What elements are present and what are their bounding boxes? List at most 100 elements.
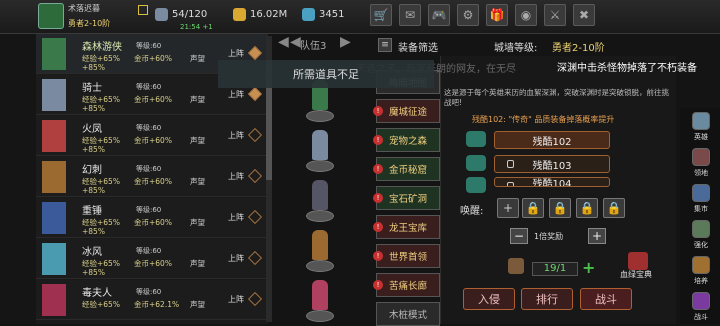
hero-deploy-label[interactable]: 上阵: [228, 130, 244, 141]
sidebar-button[interactable]: 领地: [688, 148, 714, 180]
sidebar-button[interactable]: 培养: [688, 256, 714, 288]
sidebar-button[interactable]: 战斗: [688, 292, 714, 324]
energy-timer: 21:54 +1: [180, 23, 213, 31]
slot-hero-figure: [312, 180, 328, 210]
hero-row[interactable]: 毒夫人 等级:60 经验+65% 金币+62.1% 声望 上阵: [36, 280, 268, 320]
dungeon-button[interactable]: ! 龙王宝库: [373, 215, 440, 239]
sidebar-button[interactable]: 英雄: [688, 112, 714, 144]
dungeon-button[interactable]: ! 金币秘窟: [373, 157, 440, 181]
dungeon-button[interactable]: ! 宠物之森: [373, 128, 440, 152]
hero-fame-bonus: +85%: [82, 227, 105, 236]
hero-name: 重锤: [82, 206, 102, 217]
gem-value: 3451: [319, 9, 345, 20]
hero-deploy-toggle-icon[interactable]: [247, 291, 263, 307]
team-slot[interactable]: [300, 276, 340, 322]
hero-deploy-toggle-icon[interactable]: [247, 209, 263, 225]
slot-pedestal: [306, 160, 334, 172]
hero-deploy-label[interactable]: 上阵: [228, 294, 244, 305]
wall-rank-value: 勇者2-10阶: [552, 43, 605, 54]
hero-row[interactable]: 幻刺 等级:60 经验+65% 金币+60% 声望 +85% 上阵: [36, 157, 268, 197]
edit-icon[interactable]: [138, 5, 148, 15]
slot-hero-figure: [312, 130, 328, 160]
equipment-filter-label[interactable]: 装备筛选: [398, 39, 438, 54]
level-bonus-title: 残酷102: "传奇" 品质装备掉落概率提升: [472, 115, 615, 124]
alert-icon: !: [373, 222, 383, 232]
hero-deploy-toggle-icon[interactable]: [247, 250, 263, 266]
filter-menu-icon[interactable]: ≡: [378, 38, 392, 52]
team-slot[interactable]: [300, 226, 340, 272]
ranking-button[interactable]: 排行: [521, 288, 573, 310]
alert-icon: !: [373, 106, 383, 116]
hero-deploy-toggle-icon[interactable]: [247, 127, 263, 143]
hero-name: 毒夫人: [82, 288, 112, 299]
dungeon-button[interactable]: 木桩模式: [376, 302, 440, 326]
team-slot[interactable]: [300, 176, 340, 222]
level-button[interactable]: 残酷103: [494, 155, 610, 173]
hero-fame: 声望: [190, 95, 205, 104]
hero-name: 火凤: [82, 124, 102, 135]
multiplier-minus-button[interactable]: −: [510, 228, 528, 244]
alert-icon: !: [373, 135, 383, 145]
hero-fame-bonus: +85%: [82, 63, 105, 72]
hero-deploy-label[interactable]: 上阵: [228, 89, 244, 100]
awaken-lock-slot[interactable]: 🔒: [576, 198, 598, 218]
slot-pedestal: [306, 110, 334, 122]
hero-deploy-toggle-icon[interactable]: [247, 45, 263, 61]
gold-value: 16.02M: [250, 9, 288, 20]
level-button[interactable]: 残酷102: [494, 131, 610, 149]
dungeon-button[interactable]: ! 苦痛长廊: [373, 273, 440, 297]
dungeon-description: 这是源于每个英雄来历的血絮深渊，突破深渊时是突破锁脱，前往挑战吧!: [444, 88, 669, 107]
hero-name: 骑士: [82, 83, 102, 94]
invade-button[interactable]: 入侵: [463, 288, 515, 310]
ticket-add-icon[interactable]: +: [582, 258, 595, 277]
sidebar-icon: [692, 112, 710, 130]
awaken-add-slot[interactable]: +: [497, 198, 519, 218]
wheel-icon[interactable]: ◉: [515, 4, 537, 26]
hero-row[interactable]: 重锤 等级:60 经验+65% 金币+60% 声望 +85% 上阵: [36, 198, 268, 238]
hero-row[interactable]: 火凤 等级:60 经验+65% 金币+60% 声望 +85% 上阵: [36, 116, 268, 156]
sidebar-label: 领地: [694, 169, 708, 177]
player-avatar[interactable]: [38, 3, 64, 29]
gamepad-icon[interactable]: 🎮: [428, 4, 450, 26]
dungeon-button[interactable]: ! 世界首领: [373, 244, 440, 268]
alert-icon: !: [373, 251, 383, 261]
hero-deploy-label[interactable]: 上阵: [228, 212, 244, 223]
hero-name: 幻刺: [82, 165, 102, 176]
gem-icon: [302, 8, 315, 21]
team-prev-arrow-icon[interactable]: ◀: [278, 34, 290, 54]
hero-deploy-label[interactable]: 上阵: [228, 48, 244, 59]
lock-icon: [507, 182, 514, 186]
crossed-swords-icon[interactable]: ✖: [573, 4, 595, 26]
hero-deploy-label[interactable]: 上阵: [228, 171, 244, 182]
blood-treasure-icon[interactable]: [628, 252, 648, 270]
shop-icon[interactable]: 🛒: [370, 4, 392, 26]
awaken-lock-slot[interactable]: 🔒: [522, 198, 544, 218]
hero-row[interactable]: 冰风 等级:60 经验+65% 金币+60% 声望 +85% 上阵: [36, 239, 268, 279]
dungeon-button[interactable]: ! 宝石矿洞: [373, 186, 440, 210]
team-slot[interactable]: [300, 126, 340, 172]
multiplier-plus-button[interactable]: +: [588, 228, 606, 244]
gear-icon[interactable]: ⚙: [457, 4, 479, 26]
awaken-lock-slot[interactable]: 🔒: [603, 198, 625, 218]
sidebar-button[interactable]: 集市: [688, 184, 714, 216]
gift-icon[interactable]: 🎁: [486, 4, 508, 26]
hero-gold-bonus: 金币+60%: [134, 259, 172, 268]
mail-icon[interactable]: ✉: [399, 4, 421, 26]
team-next-arrow-icon[interactable]: ▶: [340, 34, 352, 54]
hero-deploy-toggle-icon[interactable]: [247, 168, 263, 184]
level-button[interactable]: 残酷104: [494, 177, 610, 187]
awaken-lock-slot[interactable]: 🔒: [549, 198, 571, 218]
hero-portrait: [42, 79, 66, 111]
hero-deploy-label[interactable]: 上阵: [228, 253, 244, 264]
hero-level: 等级:60: [136, 288, 162, 296]
sword-icon[interactable]: ⚔: [544, 4, 566, 26]
hero-fame: 声望: [190, 136, 205, 145]
gem-display: 3451: [302, 8, 344, 21]
hero-deploy-toggle-icon[interactable]: [247, 86, 263, 102]
sidebar-icon: [692, 148, 710, 166]
dungeon-button[interactable]: ! 魔城征途: [373, 99, 440, 123]
hero-gold-bonus: 金币+62.1%: [134, 300, 180, 309]
battle-button[interactable]: 战斗: [580, 288, 632, 310]
hero-exp-bonus: 经验+65%: [82, 300, 120, 309]
sidebar-button[interactable]: 强化: [688, 220, 714, 252]
